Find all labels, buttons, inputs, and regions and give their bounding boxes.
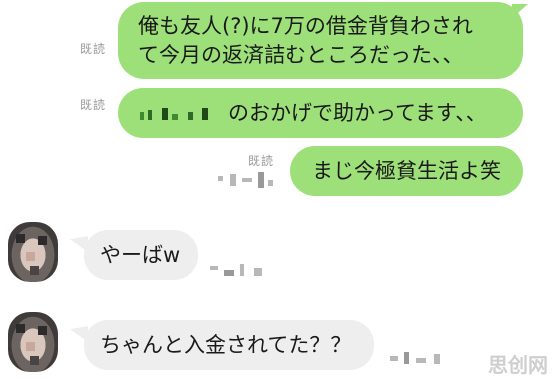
message-text: やーばw <box>100 243 181 267</box>
redacted-name <box>140 104 220 122</box>
message-text: ちゃんと入金されてた？？ <box>100 333 352 357</box>
read-receipt: 既読 <box>248 154 275 168</box>
message-text: のおかげで助かってます、、 <box>228 101 487 125</box>
read-receipt: 既読 <box>80 98 107 112</box>
message-line: て今月の返済詰むところだった、、 <box>138 43 464 67</box>
redacted-timestamp <box>210 262 270 280</box>
outgoing-message-bubble[interactable]: まじ今極貧生活よ笑 <box>290 146 523 196</box>
message-line: 俺も友人(?)に7万の借金背負わされ <box>138 14 473 38</box>
contact-avatar[interactable] <box>8 312 58 372</box>
redacted-timestamp <box>218 170 278 192</box>
incoming-message-bubble[interactable]: ちゃんと入金されてた？？ <box>84 320 374 370</box>
outgoing-message-bubble[interactable]: 俺も友人(?)に7万の借金背負わされ て今月の返済詰むところだった、、 <box>118 2 523 79</box>
redacted-timestamp <box>390 350 450 368</box>
message-text: まじ今極貧生活よ笑 <box>312 159 501 183</box>
watermark-logo: 思创网 <box>488 353 548 377</box>
contact-avatar[interactable] <box>8 222 58 282</box>
read-receipt: 既読 <box>80 42 107 56</box>
incoming-message-bubble[interactable]: やーばw <box>84 230 198 280</box>
